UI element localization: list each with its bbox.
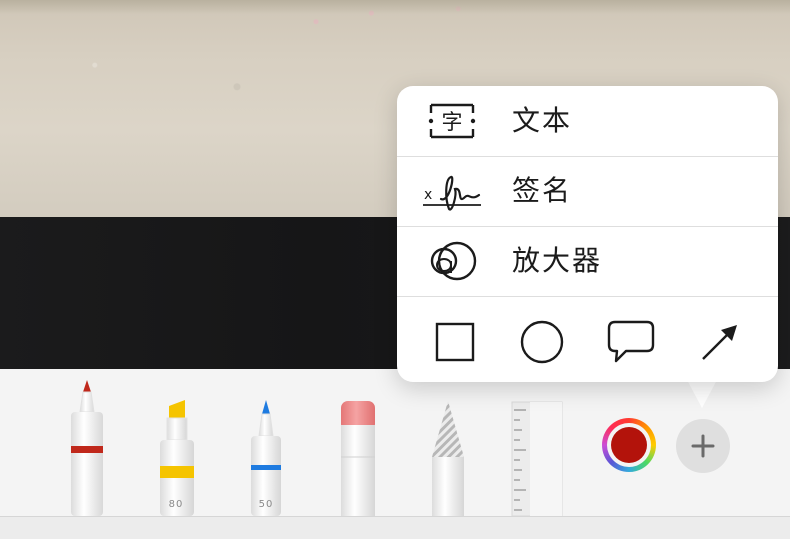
menu-item-signature-label: 签名 xyxy=(512,174,573,207)
arrow-shape-button[interactable] xyxy=(697,319,743,365)
speech-bubble-icon xyxy=(607,320,655,363)
menu-item-signature[interactable]: x 签名 xyxy=(397,156,778,227)
magnifier-icon xyxy=(421,239,483,283)
menu-item-text[interactable]: 字 文本 xyxy=(397,86,778,157)
square-icon xyxy=(435,322,475,362)
highlighter-tool[interactable]: 80 xyxy=(155,398,197,516)
arrow-icon xyxy=(702,325,737,360)
current-color-swatch xyxy=(611,427,647,463)
circle-shape-button[interactable] xyxy=(519,319,565,365)
pencil-size-label: 50 xyxy=(258,499,274,510)
menu-item-magnifier-label: 放大器 xyxy=(512,244,603,277)
menu-item-text-label: 文本 xyxy=(512,104,573,137)
shape-picker-row xyxy=(397,296,778,382)
popover-arrow xyxy=(686,378,718,408)
highlighter-size-label: 80 xyxy=(168,499,184,510)
circle-icon xyxy=(520,320,564,364)
menu-item-magnifier[interactable]: 放大器 xyxy=(397,226,778,297)
add-button[interactable] xyxy=(676,419,730,473)
speech-bubble-shape-button[interactable] xyxy=(606,319,656,365)
lasso-tool[interactable] xyxy=(428,399,468,516)
square-shape-button[interactable] xyxy=(432,319,478,365)
text-box-glyph: 字 xyxy=(442,110,463,134)
signature-icon: x xyxy=(421,169,483,213)
pencil-tool[interactable]: 50 xyxy=(245,398,287,516)
ruler-tool[interactable] xyxy=(510,400,564,516)
bottom-bar xyxy=(0,516,790,539)
pen-tool[interactable] xyxy=(66,378,108,516)
eraser-tool[interactable] xyxy=(338,399,378,516)
add-menu-popover: 字 文本 x 签名 放大器 xyxy=(397,86,778,382)
color-picker[interactable] xyxy=(602,418,656,472)
plus-icon xyxy=(691,434,715,458)
signature-x-mark: x xyxy=(424,187,432,203)
markup-toolbar xyxy=(0,369,790,516)
text-box-icon: 字 xyxy=(421,99,483,143)
